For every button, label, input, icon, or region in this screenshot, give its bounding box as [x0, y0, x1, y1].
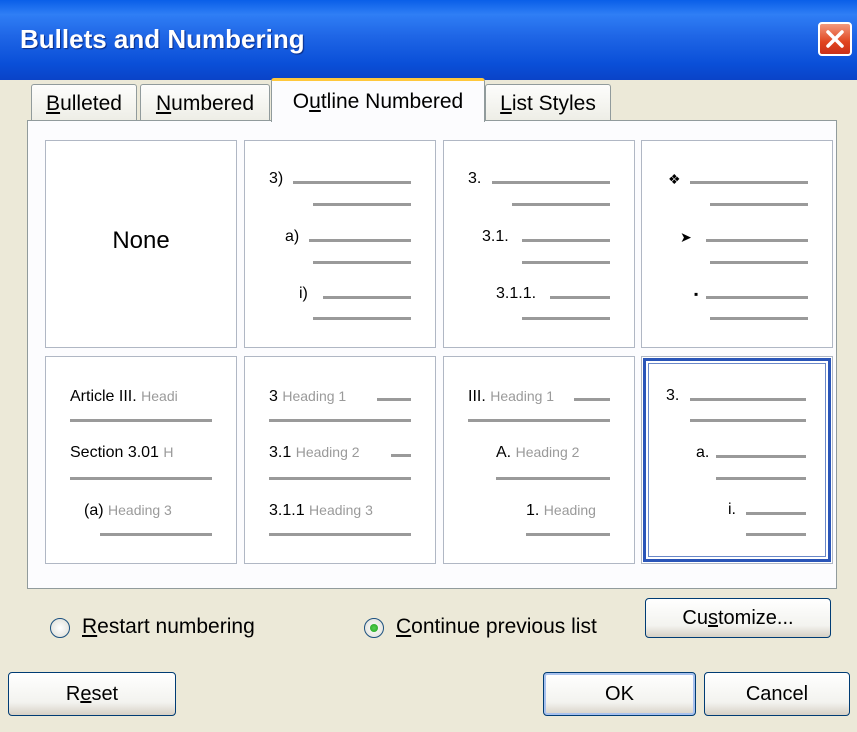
gallery-cell-article-section[interactable]: Article III. Headi Section 3.01 H (a) He… [45, 356, 237, 564]
gallery-cell-none[interactable]: None [45, 140, 237, 348]
level-1-label: 3) [269, 170, 284, 187]
level-2-label: 3.1. [482, 228, 509, 245]
level-1-label: Article III. Headi [70, 388, 178, 405]
level-3-label: i) [299, 285, 308, 302]
placeholder-line [522, 261, 610, 264]
placeholder-line [550, 296, 610, 299]
placeholder-line [574, 398, 610, 401]
close-button[interactable] [818, 22, 852, 56]
placeholder-line [710, 261, 808, 264]
placeholder-line [690, 181, 808, 184]
customize-button[interactable]: Customize... [645, 598, 831, 638]
level-2-label: a) [285, 228, 300, 245]
placeholder-line [522, 239, 610, 242]
arrow-bullet-icon: ➤ [680, 229, 692, 245]
placeholder-line [377, 398, 411, 401]
placeholder-line [269, 419, 411, 422]
gallery-cell-paren-outline[interactable]: 3) a) i) [244, 140, 436, 348]
radio-selected-dot [370, 624, 378, 632]
placeholder-line [746, 512, 806, 515]
title-bar: Bullets and Numbering [0, 0, 857, 80]
level-2-label: Section 3.01 H [70, 444, 174, 461]
level-3-label: 1. Heading [526, 502, 596, 519]
placeholder-line [690, 419, 806, 422]
level-3-label: 3.1.1 Heading 3 [269, 502, 373, 519]
placeholder-line [323, 296, 411, 299]
tab-list-styles[interactable]: List Styles [485, 84, 611, 122]
placeholder-line [492, 181, 610, 184]
placeholder-line [269, 533, 411, 536]
continue-previous-list-label[interactable]: Continue previous list [396, 615, 597, 639]
close-icon [826, 30, 844, 48]
placeholder-line [512, 203, 610, 206]
level-3-label: (a) Heading 3 [84, 502, 172, 519]
diamond-bullet-icon: ❖ [668, 171, 681, 187]
placeholder-line [690, 398, 806, 401]
placeholder-line [293, 181, 411, 184]
level-1-label: III. Heading 1 [468, 388, 555, 405]
level-1-label: 3. [468, 170, 482, 187]
gallery-cell-heading-decimal[interactable]: 3 Heading 1 3.1 Heading 2 3.1.1 Heading … [244, 356, 436, 564]
placeholder-line [269, 477, 411, 480]
placeholder-line [710, 317, 808, 320]
level-2-label: 3.1 Heading 2 [269, 444, 360, 461]
continue-previous-list-radio[interactable] [364, 618, 384, 638]
placeholder-line [313, 317, 411, 320]
placeholder-line [468, 419, 610, 422]
placeholder-line [710, 203, 808, 206]
none-label: None [112, 227, 170, 254]
placeholder-line [496, 477, 610, 480]
restart-numbering-radio[interactable] [50, 618, 70, 638]
placeholder-line [309, 239, 411, 242]
placeholder-line [313, 261, 411, 264]
placeholder-line [391, 454, 411, 457]
window-title: Bullets and Numbering [20, 24, 305, 54]
level-3-label: 3.1.1. [496, 285, 537, 302]
placeholder-line [716, 455, 806, 458]
placeholder-line [746, 533, 806, 536]
ok-button[interactable]: OK [543, 672, 696, 716]
placeholder-line [706, 239, 808, 242]
level-1-label: 3 Heading 1 [269, 388, 347, 405]
gallery-cell-heading-roman[interactable]: III. Heading 1 A. Heading 2 1. Heading [443, 356, 635, 564]
reset-button[interactable]: Reset [8, 672, 176, 716]
placeholder-line [70, 419, 212, 422]
placeholder-line [706, 296, 808, 299]
tab-outline-numbered[interactable]: Outline Numbered [271, 78, 485, 122]
placeholder-line [526, 533, 610, 536]
level-2-label: a. [696, 444, 710, 461]
tab-bulleted[interactable]: Bulleted [31, 84, 137, 122]
level-2-label: A. Heading 2 [496, 444, 580, 461]
cancel-button[interactable]: Cancel [704, 672, 850, 716]
square-bullet-icon: ▪ [694, 287, 699, 301]
restart-numbering-label[interactable]: Restart numbering [82, 615, 255, 639]
gallery-cell-decimal-outline[interactable]: 3. 3.1. 3.1.1. [443, 140, 635, 348]
level-1-label: 3. [666, 387, 680, 404]
tab-numbered[interactable]: Numbered [140, 84, 270, 122]
placeholder-line [716, 477, 806, 480]
gallery-cell-decimal-letter-roman[interactable]: 3. a. i. [641, 356, 833, 564]
level-3-label: i. [728, 501, 736, 518]
placeholder-line [70, 477, 212, 480]
gallery-cell-bullet-outline[interactable]: ❖ ➤ ▪ [641, 140, 833, 348]
placeholder-line [100, 533, 212, 536]
placeholder-line [313, 203, 411, 206]
placeholder-line [522, 317, 610, 320]
